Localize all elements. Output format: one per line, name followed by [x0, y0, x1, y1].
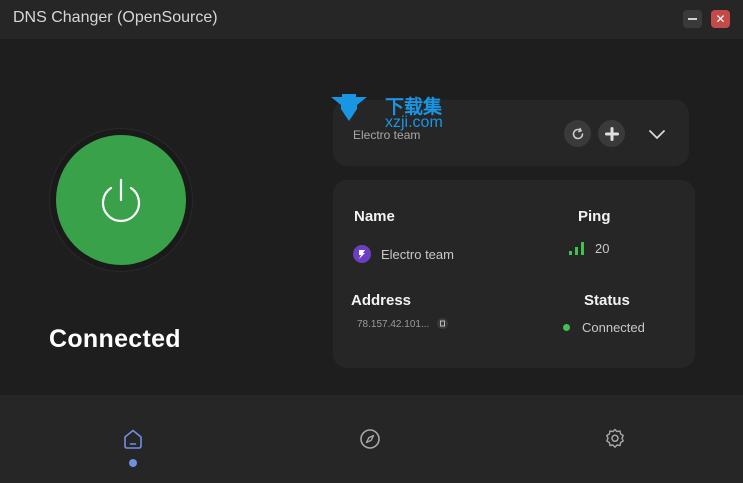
- ping-label: Ping: [578, 208, 611, 225]
- close-icon: ✕: [715, 12, 726, 26]
- active-nav-indicator: [129, 459, 137, 467]
- dns-provider-icon: [353, 245, 371, 263]
- watermark-url: xzji.com: [385, 114, 443, 131]
- name-label: Name: [354, 208, 395, 225]
- minimize-icon: [688, 18, 697, 20]
- dns-name-value: Electro team: [381, 247, 454, 262]
- ping-value: 20: [595, 241, 610, 256]
- add-dns-button[interactable]: [598, 120, 625, 147]
- status-value: Connected: [582, 320, 645, 335]
- refresh-icon: [572, 127, 583, 139]
- status-label: Status: [584, 292, 630, 309]
- nav-home[interactable]: [118, 424, 148, 454]
- status-indicator: [563, 324, 570, 331]
- signal-icon: [569, 242, 584, 255]
- copy-icon: [440, 320, 445, 327]
- minimize-button[interactable]: [683, 10, 702, 28]
- plus-icon: [604, 126, 619, 141]
- copy-button[interactable]: [437, 318, 448, 329]
- nav-explore[interactable]: [355, 424, 385, 454]
- connection-status: Connected: [49, 325, 181, 353]
- address-label: Address: [351, 292, 412, 309]
- refresh-button[interactable]: [564, 120, 591, 147]
- power-icon: [101, 178, 141, 223]
- gear-icon: [606, 428, 624, 448]
- home-icon: [124, 429, 142, 449]
- close-button[interactable]: ✕: [711, 10, 730, 28]
- chevron-down-icon: [649, 130, 665, 139]
- dropdown-toggle[interactable]: [645, 124, 669, 144]
- nav-settings[interactable]: [600, 424, 630, 454]
- window-title: DNS Changer (OpenSource): [13, 9, 218, 26]
- title-bar: DNS Changer (OpenSource) ✕: [0, 0, 743, 39]
- address-value: 78.157.42.101...: [357, 319, 430, 330]
- compass-icon: [360, 429, 380, 449]
- power-button[interactable]: [56, 135, 186, 265]
